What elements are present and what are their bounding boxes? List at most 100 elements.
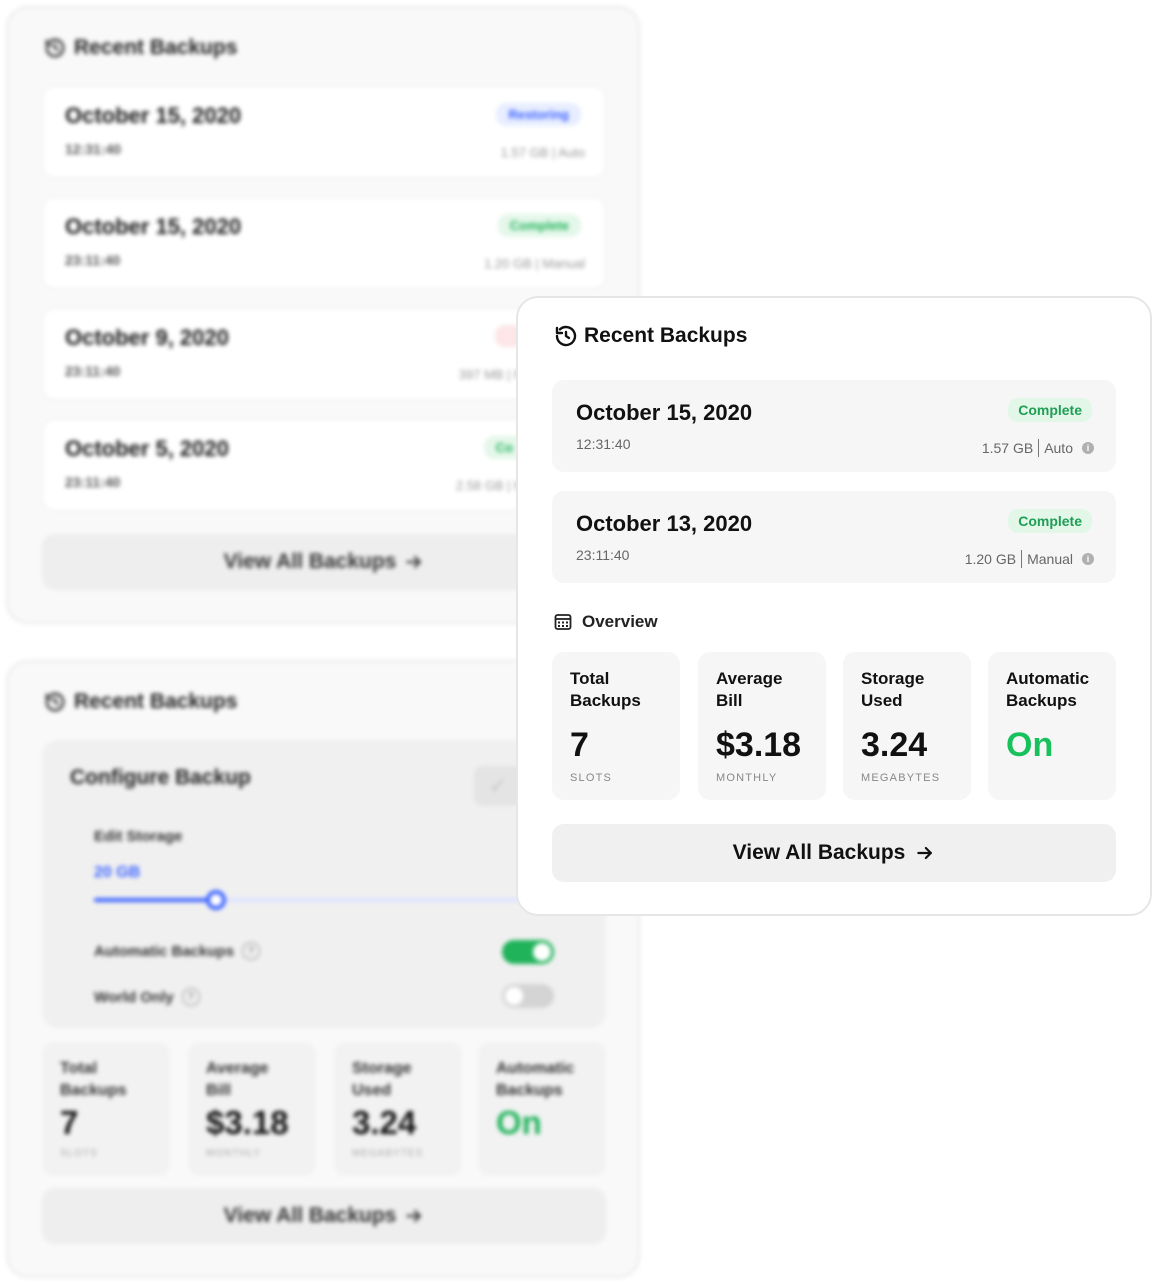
stat-label-line: Total bbox=[60, 1060, 98, 1077]
stat-total-backups: Total Backups 7 SLOTS bbox=[42, 1042, 170, 1176]
card-title: Recent Backups bbox=[554, 324, 747, 348]
stat-unit: SLOTS bbox=[570, 772, 613, 784]
automatic-backups-toggle[interactable] bbox=[502, 940, 554, 964]
background-card-title: Recent Backups bbox=[44, 690, 237, 714]
stat-unit: MEGABYTES bbox=[861, 772, 941, 784]
stat-value: 7 bbox=[60, 1104, 79, 1141]
list-item[interactable]: October 15, 2020 12:31:40 Restoring 1.57… bbox=[42, 86, 606, 178]
view-all-backups-button[interactable]: View All Backups bbox=[552, 824, 1116, 882]
stat-label-line: Backups bbox=[1006, 691, 1077, 710]
world-only-label: World Only bbox=[94, 988, 174, 1006]
backup-item[interactable]: October 15, 2020 12:31:40 Complete 1.57 … bbox=[552, 380, 1116, 472]
backup-size: 1.57 GB bbox=[981, 440, 1034, 456]
overview-title: Overview bbox=[582, 612, 658, 631]
stat-average-bill: Average Bill $3.18 MONTHLY bbox=[188, 1042, 316, 1176]
stat-value: $3.18 bbox=[716, 726, 802, 764]
slider-fill bbox=[94, 898, 216, 902]
history-icon bbox=[45, 692, 65, 712]
stat-unit: SLOTS bbox=[60, 1148, 98, 1159]
backup-type: Manual bbox=[1027, 551, 1073, 567]
stat-label-line: Bill bbox=[206, 1082, 231, 1099]
backup-date: October 15, 2020 bbox=[576, 400, 753, 425]
background-card-title: Recent Backups bbox=[44, 36, 237, 60]
automatic-backups-label: Automatic Backups bbox=[94, 942, 235, 960]
world-only-toggle[interactable] bbox=[502, 984, 554, 1008]
stat-label: Storage Used bbox=[861, 668, 971, 712]
background-card-title-text: Recent Backups bbox=[74, 36, 238, 59]
backup-date: October 9, 2020 bbox=[65, 325, 229, 350]
backup-date: October 15, 2020 bbox=[65, 103, 242, 128]
stat-label-line: Backups bbox=[60, 1082, 127, 1099]
backup-size: 1.20 GB bbox=[964, 551, 1017, 567]
info-icon[interactable]: i bbox=[1082, 442, 1094, 454]
meta-divider bbox=[1038, 439, 1040, 457]
list-item[interactable]: October 15, 2020 23:11:40 Complete 1.20 … bbox=[42, 197, 606, 289]
view-all-label: View All Backups bbox=[223, 550, 397, 573]
arrow-right-icon bbox=[406, 1209, 422, 1223]
world-only-row: World Only ? bbox=[94, 988, 200, 1006]
backup-meta: 1.20 GB Manual i bbox=[965, 550, 1094, 568]
toggle-knob bbox=[505, 987, 523, 1005]
stat-label: Automatic Backups bbox=[1006, 668, 1116, 712]
check-icon: ✓ bbox=[488, 773, 508, 798]
backup-time: 23:11:40 bbox=[65, 252, 121, 268]
backup-time: 23:11:40 bbox=[65, 474, 121, 490]
stat-unit: MEGABYTES bbox=[352, 1148, 424, 1159]
background-card-title-text: Recent Backups bbox=[74, 690, 238, 713]
stat-label-line: Storage bbox=[352, 1060, 412, 1077]
stat-value: On bbox=[1006, 726, 1054, 764]
backup-meta: 2.58 GB | M bbox=[455, 478, 525, 493]
history-icon bbox=[45, 38, 65, 58]
stat-label: Average Bill bbox=[206, 1058, 269, 1102]
stat-storage-used: Storage Used 3.24 MEGABYTES bbox=[334, 1042, 462, 1176]
status-badge: Restoring bbox=[496, 103, 581, 126]
automatic-backups-row: Automatic Backups ? bbox=[94, 942, 261, 960]
history-icon bbox=[555, 325, 577, 347]
backup-type: Auto bbox=[1044, 440, 1073, 456]
stat-label: Total Backups bbox=[60, 1058, 127, 1102]
configure-backup-title: Configure Backup bbox=[70, 766, 251, 789]
storage-slider[interactable] bbox=[94, 890, 564, 910]
stat-label-line: Used bbox=[352, 1082, 392, 1099]
calendar-icon bbox=[554, 614, 572, 630]
info-icon[interactable]: i bbox=[1082, 553, 1094, 565]
stat-label-line: Backups bbox=[496, 1082, 563, 1099]
view-all-label: View All Backups bbox=[223, 1204, 397, 1227]
stat-label-line: Storage bbox=[861, 669, 925, 688]
view-all-label: View All Backups bbox=[732, 841, 906, 864]
stat-label-line: Backups bbox=[570, 691, 641, 710]
stat-label: Automatic Backups bbox=[496, 1058, 574, 1102]
backup-meta: 1.57 GB | Auto bbox=[500, 145, 585, 160]
stat-automatic-backups: Automatic Backups On bbox=[478, 1042, 606, 1176]
stat-average-bill: Average Bill $3.18 MONTHLY bbox=[698, 652, 826, 800]
question-icon[interactable]: ? bbox=[181, 988, 200, 1006]
stat-automatic-backups: Automatic Backups On bbox=[988, 652, 1116, 800]
stat-value: 3.24 bbox=[352, 1104, 417, 1141]
stat-storage-used: Storage Used 3.24 MEGABYTES bbox=[843, 652, 971, 800]
card-title-text: Recent Backups bbox=[584, 324, 748, 347]
stat-label-line: Used bbox=[861, 691, 903, 710]
stat-label-line: Average bbox=[716, 669, 783, 688]
backup-time: 12:31:40 bbox=[65, 141, 122, 157]
stat-label-line: Average bbox=[206, 1060, 269, 1077]
question-icon[interactable]: ? bbox=[242, 942, 261, 960]
stat-total-backups: Total Backups 7 SLOTS bbox=[552, 652, 680, 800]
slider-handle[interactable] bbox=[206, 890, 226, 910]
stat-value: $3.18 bbox=[206, 1104, 289, 1141]
backup-date: October 5, 2020 bbox=[65, 436, 229, 461]
backup-time: 23:11:40 bbox=[65, 363, 121, 379]
backup-time: 12:31:40 bbox=[576, 436, 631, 452]
edit-storage-label: Edit Storage bbox=[94, 828, 183, 845]
storage-value: 20 GB bbox=[94, 864, 141, 881]
meta-divider bbox=[1021, 550, 1023, 568]
backup-date: October 15, 2020 bbox=[65, 214, 242, 239]
view-all-backups-button[interactable]: View All Backups bbox=[42, 1188, 606, 1244]
stat-value: 3.24 bbox=[861, 726, 928, 764]
stat-label: Average Bill bbox=[716, 668, 826, 712]
stat-value: On bbox=[496, 1104, 542, 1141]
stat-label-line: Bill bbox=[716, 691, 743, 710]
stat-unit: MONTHLY bbox=[716, 772, 778, 784]
backup-item[interactable]: October 13, 2020 23:11:40 Complete 1.20 … bbox=[552, 491, 1116, 583]
confirm-button[interactable]: ✓ bbox=[474, 766, 522, 806]
arrow-right-icon bbox=[406, 555, 422, 569]
